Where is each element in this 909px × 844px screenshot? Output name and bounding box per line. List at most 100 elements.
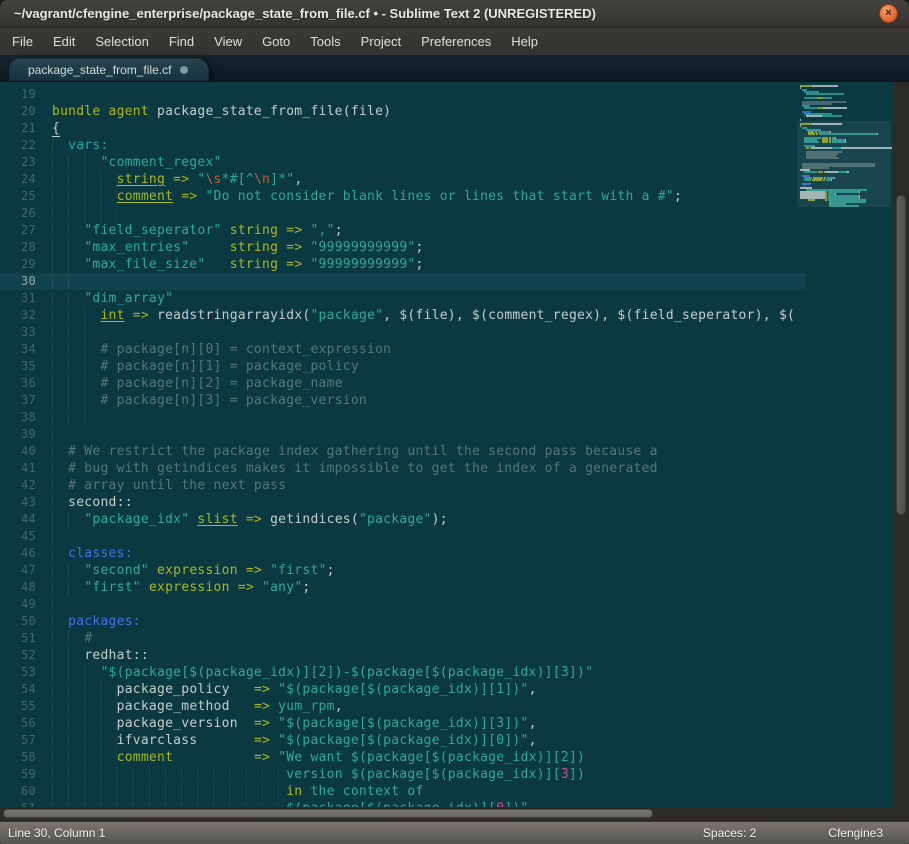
code-line[interactable]: 31 "dim_array"	[0, 290, 806, 307]
menu-item-preferences[interactable]: Preferences	[411, 30, 501, 53]
code-line[interactable]: 27 "field_seperator" string => ",";	[0, 222, 806, 239]
line-number: 23	[0, 154, 36, 171]
indent-guides	[52, 172, 117, 187]
code-line[interactable]: 36 # package[n][2] = package_name	[0, 375, 806, 392]
menu-item-project[interactable]: Project	[351, 30, 411, 53]
close-icon: ×	[880, 5, 897, 22]
indent-guides	[52, 393, 100, 408]
code-line[interactable]: 61 $(package[$(package_idx)][0])"	[0, 800, 806, 807]
code-line[interactable]: 45	[0, 528, 806, 545]
code-line[interactable]: 30	[0, 273, 806, 290]
code-line[interactable]: 48 "first" expression => "any";	[0, 579, 806, 596]
vertical-scrollbar-thumb[interactable]	[896, 195, 906, 515]
code-line[interactable]: 60 in the context of	[0, 783, 806, 800]
line-number: 46	[0, 545, 36, 562]
code-line[interactable]: 28 "max_entries" string => "99999999999"…	[0, 239, 806, 256]
tab-package-state-from-file[interactable]: package_state_from_file.cf	[10, 59, 208, 80]
code-line[interactable]: 21{	[0, 120, 806, 137]
line-number: 38	[0, 409, 36, 426]
menu-item-selection[interactable]: Selection	[85, 30, 158, 53]
indent-guides	[52, 206, 117, 221]
line-number: 58	[0, 749, 36, 766]
indent-guides	[52, 529, 68, 544]
code-line[interactable]: 20bundle agent package_state_from_file(f…	[0, 103, 806, 120]
line-number: 61	[0, 800, 36, 807]
horizontal-scrollbar[interactable]	[0, 807, 909, 821]
close-button[interactable]: ×	[879, 4, 898, 23]
indent-guides	[52, 308, 100, 323]
code-line[interactable]: 35 # package[n][1] = package_policy	[0, 358, 806, 375]
code-line[interactable]: 33	[0, 324, 806, 341]
minimap-viewport[interactable]	[797, 121, 891, 207]
indent-guides	[52, 461, 68, 476]
code-line[interactable]: 29 "max_file_size" string => "9999999999…	[0, 256, 806, 273]
code-line[interactable]: 51 #	[0, 630, 806, 647]
indent-guides	[52, 257, 84, 272]
code-line[interactable]: 24 string => "\s*#[^\n]*",	[0, 171, 806, 188]
menu-item-edit[interactable]: Edit	[43, 30, 85, 53]
code-line[interactable]: 19	[0, 86, 806, 103]
code-line[interactable]: 38	[0, 409, 806, 426]
line-number: 33	[0, 324, 36, 341]
code-line[interactable]: 22 vars:	[0, 137, 806, 154]
indent-guides	[52, 274, 84, 289]
indent-guides	[52, 767, 286, 782]
code-line[interactable]: 34 # package[n][0] = context_expression	[0, 341, 806, 358]
line-number: 25	[0, 188, 36, 205]
code-line[interactable]: 58 comment => "We want $(package[$(packa…	[0, 749, 806, 766]
line-number: 47	[0, 562, 36, 579]
menu-item-tools[interactable]: Tools	[300, 30, 350, 53]
code-line[interactable]: 44 "package_idx" slist => getindices("pa…	[0, 511, 806, 528]
code-line[interactable]: 23 "comment_regex"	[0, 154, 806, 171]
code-line[interactable]: 42 # array until the next pass	[0, 477, 806, 494]
menu-item-find[interactable]: Find	[159, 30, 204, 53]
line-number: 48	[0, 579, 36, 596]
code-line[interactable]: 41 # bug with getindices makes it imposs…	[0, 460, 806, 477]
indent-setting[interactable]: Spaces: 2	[703, 826, 756, 840]
code-line[interactable]: 55 package_method => yum_rpm,	[0, 698, 806, 715]
code-line[interactable]: 53 "$(package[$(package_idx)][2])-$(pack…	[0, 664, 806, 681]
code-line[interactable]: 52 redhat::	[0, 647, 806, 664]
minimap[interactable]	[793, 82, 893, 807]
code-line[interactable]: 54 package_policy => "$(package[$(packag…	[0, 681, 806, 698]
line-number: 44	[0, 511, 36, 528]
menu-item-view[interactable]: View	[204, 30, 252, 53]
title-bar[interactable]: ~/vagrant/cfengine_enterprise/package_st…	[0, 0, 909, 28]
syntax-setting[interactable]: Cfengine3	[828, 826, 883, 840]
code-line[interactable]: 46 classes:	[0, 545, 806, 562]
code-line[interactable]: 49	[0, 596, 806, 613]
indent-guides	[52, 546, 68, 561]
code-line[interactable]: 56 package_version => "$(package[$(packa…	[0, 715, 806, 732]
code-line[interactable]: 40 # We restrict the package index gathe…	[0, 443, 806, 460]
menu-item-goto[interactable]: Goto	[252, 30, 300, 53]
line-number: 54	[0, 681, 36, 698]
indent-guides	[52, 342, 100, 357]
line-number: 41	[0, 460, 36, 477]
code-line[interactable]: 59 version $(package[$(package_idx)][3])	[0, 766, 806, 783]
code-line[interactable]: 32 int => readstringarrayidx("package", …	[0, 307, 806, 324]
indent-guides	[52, 240, 84, 255]
indent-guides	[52, 648, 84, 663]
indent-guides	[52, 597, 68, 612]
indent-guides	[52, 359, 100, 374]
menu-item-help[interactable]: Help	[501, 30, 548, 53]
code-line[interactable]: 39	[0, 426, 806, 443]
indent-guides	[52, 478, 68, 493]
vertical-scrollbar[interactable]	[893, 82, 909, 821]
code-line[interactable]: 26	[0, 205, 806, 222]
menu-bar: FileEditSelectionFindViewGotoToolsProjec…	[0, 28, 909, 55]
indent-guides	[52, 631, 84, 646]
code-pane[interactable]: 1920bundle agent package_state_from_file…	[0, 82, 806, 807]
code-line[interactable]: 37 # package[n][3] = package_version	[0, 392, 806, 409]
code-line[interactable]: 47 "second" expression => "first";	[0, 562, 806, 579]
line-number: 29	[0, 256, 36, 273]
line-number: 19	[0, 86, 36, 103]
code-line[interactable]: 25 comment => "Do not consider blank lin…	[0, 188, 806, 205]
code-line[interactable]: 43 second::	[0, 494, 806, 511]
line-number: 52	[0, 647, 36, 664]
indent-guides	[52, 444, 68, 459]
code-line[interactable]: 57 ifvarclass => "$(package[$(package_id…	[0, 732, 806, 749]
horizontal-scrollbar-thumb[interactable]	[3, 809, 653, 818]
code-line[interactable]: 50 packages:	[0, 613, 806, 630]
menu-item-file[interactable]: File	[2, 30, 43, 53]
